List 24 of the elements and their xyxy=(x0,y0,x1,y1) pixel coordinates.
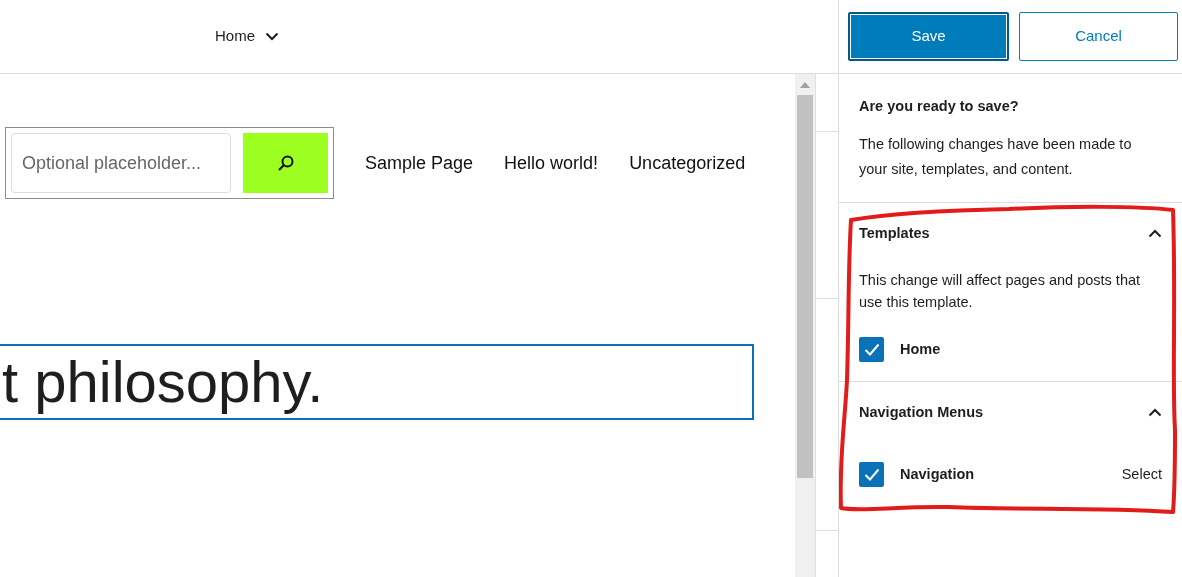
search-icon xyxy=(276,154,295,172)
checkbox[interactable] xyxy=(859,462,884,488)
section-toggle[interactable]: Templates xyxy=(859,202,1162,265)
panel-description: The following changes have been made to your site, templates, and content. xyxy=(859,134,1133,179)
chevron-down-icon xyxy=(265,32,279,41)
check-icon xyxy=(863,468,880,482)
nav-link[interactable]: Hello world! xyxy=(504,149,599,177)
nav-link[interactable]: Uncategorized xyxy=(629,149,746,177)
template-dropdown[interactable]: Home xyxy=(215,25,279,48)
select-button[interactable]: Select xyxy=(1121,463,1162,486)
save-button[interactable]: Save xyxy=(848,12,1009,61)
check-icon xyxy=(863,343,880,357)
cancel-button[interactable]: Cancel xyxy=(1019,12,1178,61)
heading-block[interactable]: t philosophy. xyxy=(0,344,754,420)
section-toggle[interactable]: Navigation Menus xyxy=(859,381,1162,444)
nav-link[interactable]: Sample Page xyxy=(365,149,474,177)
search-field[interactable]: Optional placeholder... xyxy=(11,133,231,193)
checkbox-label: Navigation xyxy=(900,464,975,484)
checkbox[interactable] xyxy=(859,337,884,363)
panel-title: Are you ready to save? xyxy=(859,97,1020,116)
scrollbar[interactable] xyxy=(795,74,815,577)
section-note: This change will affect pages and posts that use this template. xyxy=(859,270,1142,312)
checkbox-label: Home xyxy=(900,339,941,359)
scroll-up-arrow-icon[interactable] xyxy=(800,82,810,88)
